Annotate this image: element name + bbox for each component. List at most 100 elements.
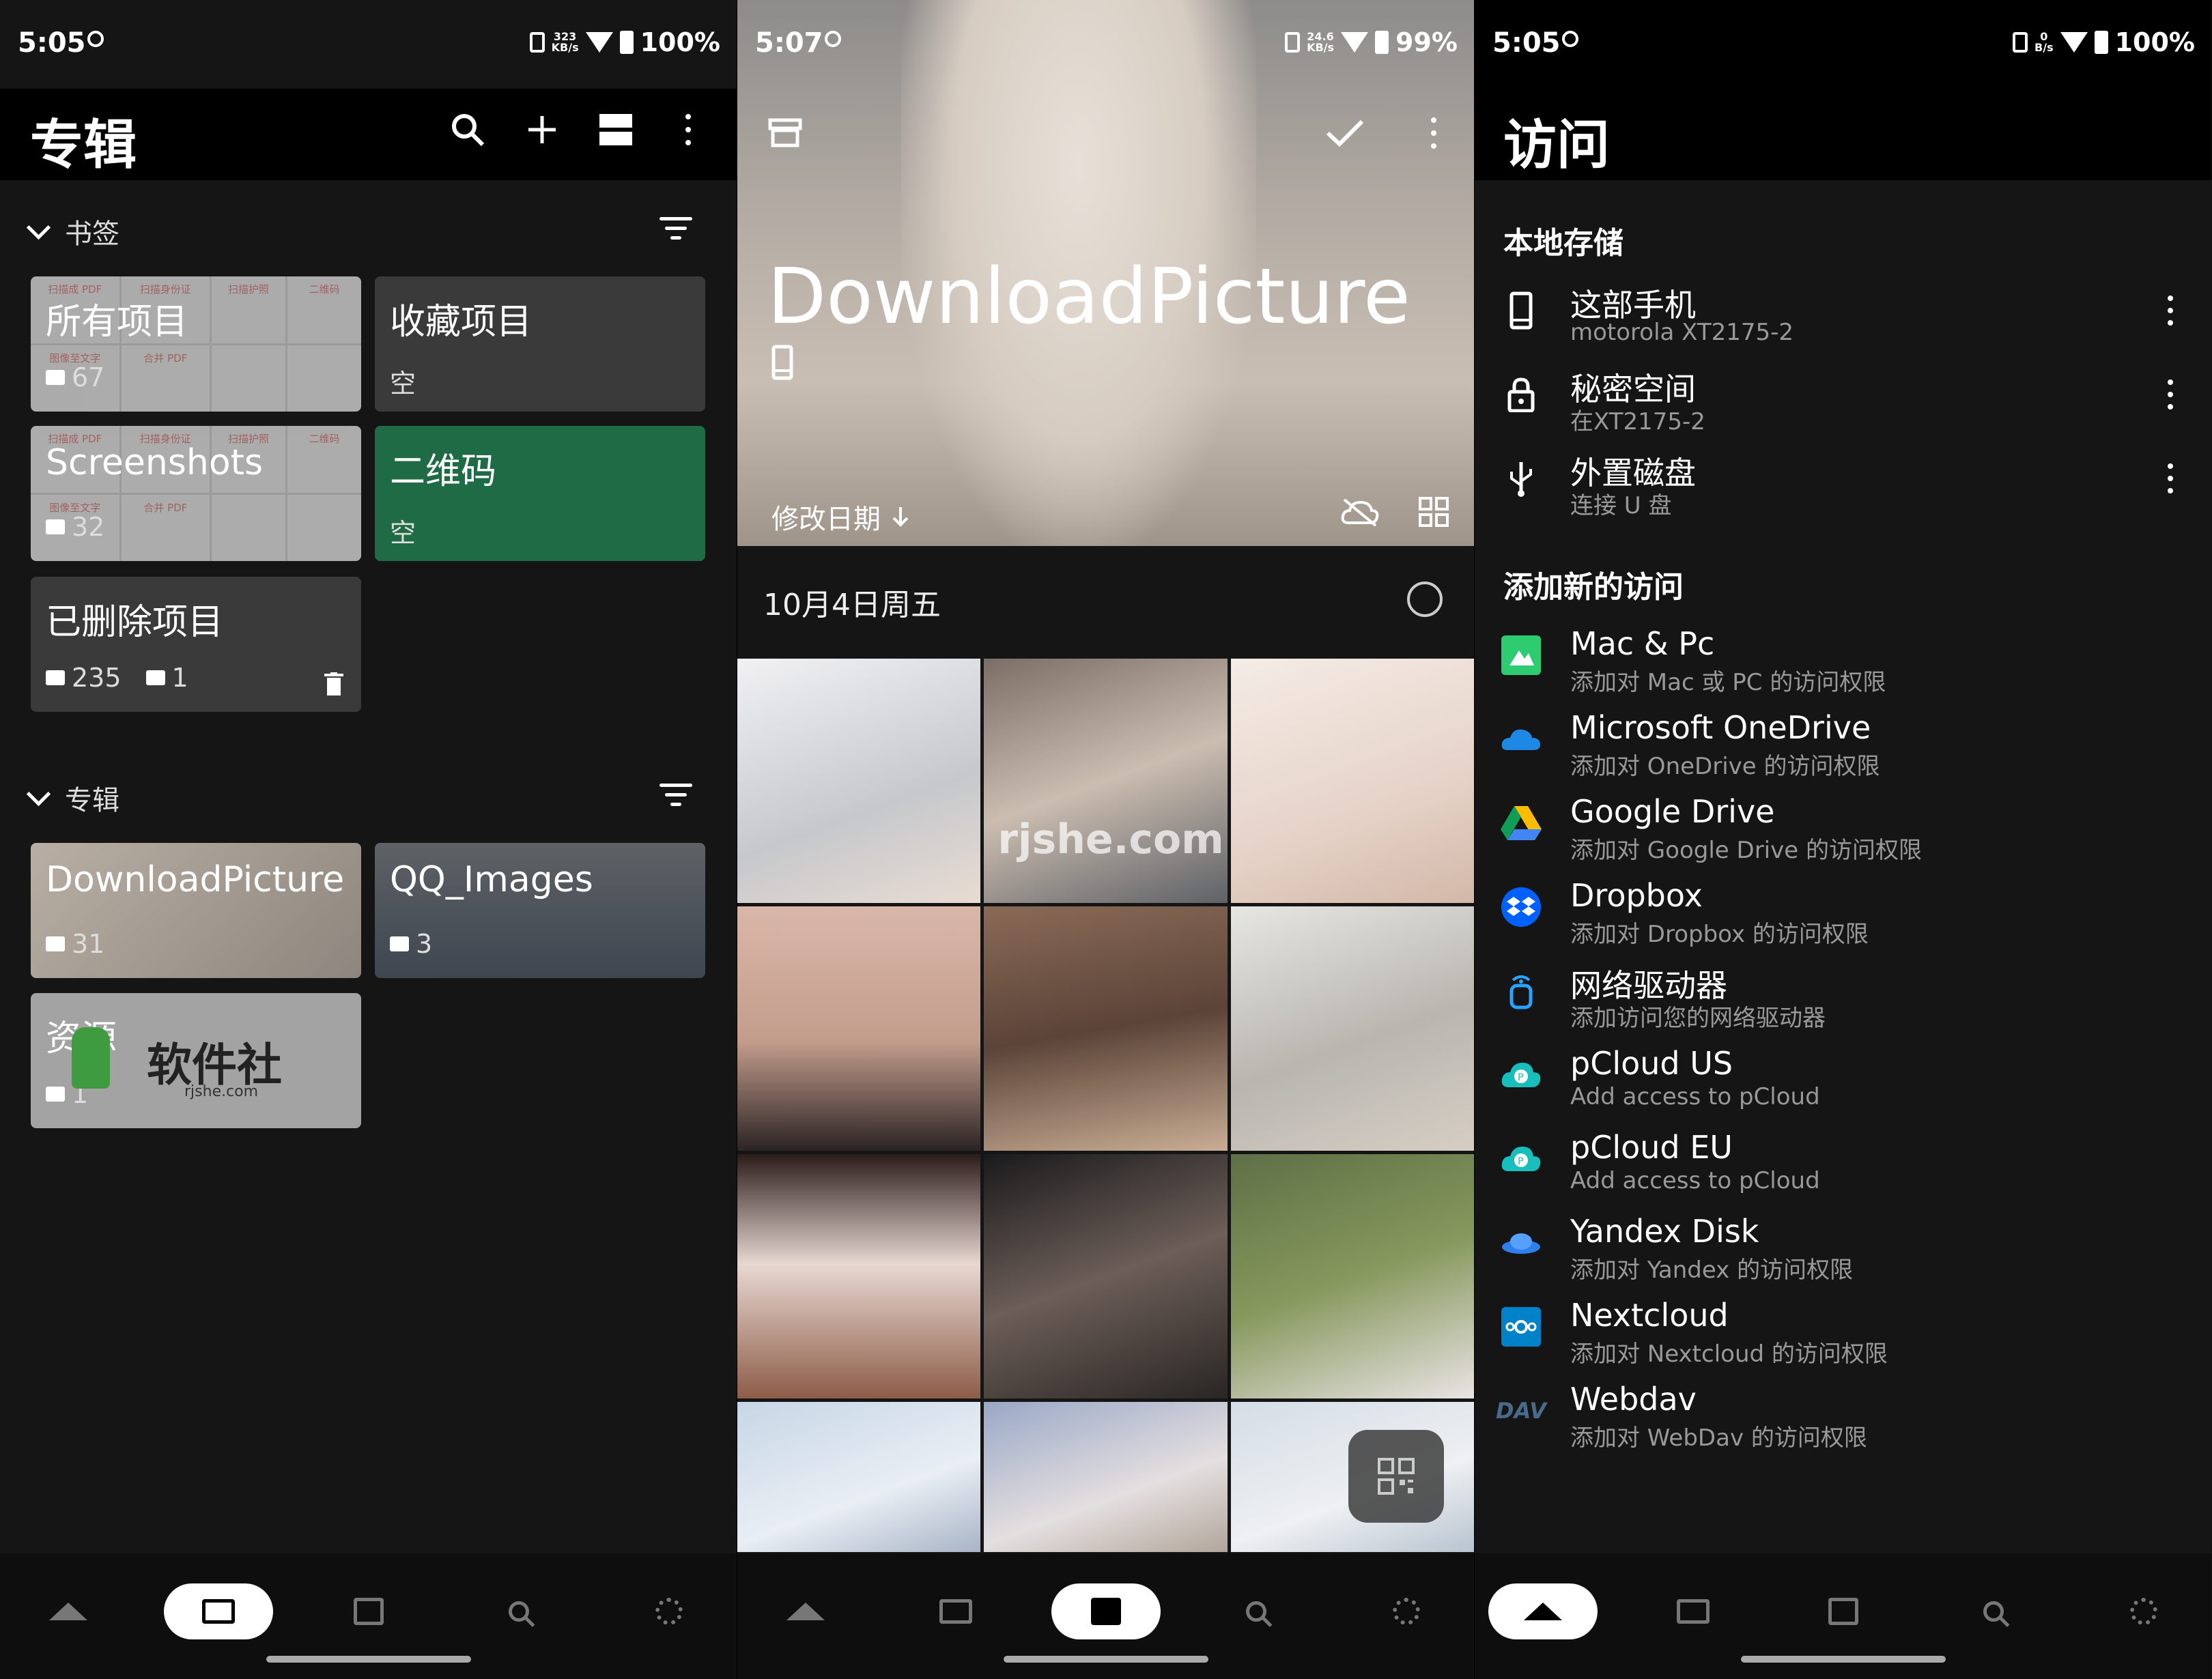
- sort-button[interactable]: 修改日期: [771, 497, 909, 536]
- nav-photos[interactable]: [314, 1583, 423, 1639]
- onedrive-icon: [1501, 729, 1540, 750]
- cloud-off-button[interactable]: [1333, 485, 1387, 539]
- bookmark-card-screenshots[interactable]: 扫描成 PDF 扫描身份证 扫描护照 二维码 图像至文字 合并 PDF Screensh…: [31, 426, 361, 561]
- item-subtitle: 添加对 Google Drive 的访问权限: [1570, 837, 1922, 864]
- add-pcloud-eu[interactable]: P pCloud EU Add access to pCloud: [1475, 1125, 2211, 1207]
- add-network-drive[interactable]: 网络驱动器 添加访问您的网络驱动器: [1475, 957, 2211, 1039]
- add-google-drive[interactable]: Google Drive 添加对 Google Drive 的访问权限: [1475, 789, 2211, 871]
- albums-section-header[interactable]: 专辑: [26, 778, 119, 818]
- page-title: 专辑: [30, 115, 137, 176]
- more-button[interactable]: [1406, 106, 1461, 160]
- photo-thumbnail[interactable]: [1230, 1154, 1474, 1398]
- chevron-down-icon: [26, 215, 51, 240]
- nav-access[interactable]: [751, 1583, 860, 1639]
- add-onedrive[interactable]: Microsoft OneDrive 添加对 OneDrive 的访问权限: [1475, 705, 2211, 787]
- sync-icon: [825, 31, 841, 47]
- item-subtitle: 在XT2175-2: [1570, 408, 1705, 435]
- card-count: 31: [72, 929, 105, 959]
- bookmark-card-deleted[interactable]: 已删除项目 235 1: [31, 577, 361, 712]
- nav-settings[interactable]: [1352, 1583, 1461, 1639]
- nav-search[interactable]: [1939, 1583, 2048, 1639]
- bookmark-card-all-items[interactable]: 扫描成 PDF 扫描身份证 扫描护照 二维码 图像至文字 合并 PDF 所有项目 67: [31, 276, 361, 412]
- bookmark-card-favorites[interactable]: 收藏项目 空: [375, 276, 705, 412]
- select-day-checkbox[interactable]: [1407, 582, 1443, 617]
- nav-settings[interactable]: [614, 1583, 724, 1639]
- pcloud-icon: P: [1501, 1147, 1541, 1171]
- svg-text:P: P: [1518, 1072, 1523, 1083]
- photo-thumbnail[interactable]: [984, 1402, 1228, 1552]
- photo-thumbnail[interactable]: [737, 1402, 981, 1552]
- item-title: Webdav: [1570, 1381, 1697, 1418]
- add-button[interactable]: [515, 102, 569, 157]
- nav-access[interactable]: [1488, 1583, 1598, 1639]
- gear-icon: [1393, 1598, 1420, 1625]
- bookmarks-section-header[interactable]: 书签: [26, 212, 119, 251]
- nav-search[interactable]: [1202, 1583, 1311, 1639]
- page-title: 访问: [1503, 115, 1611, 176]
- image-icon: [1091, 1598, 1121, 1625]
- nav-settings[interactable]: [2089, 1583, 2198, 1639]
- photo-thumbnail[interactable]: [737, 906, 981, 1151]
- album-card-qq-images[interactable]: QQ_Images 3: [375, 843, 705, 978]
- bookmark-card-qr-code[interactable]: 二维码 空: [375, 426, 705, 561]
- add-yandex-disk[interactable]: Yandex Disk 添加对 Yandex 的访问权限: [1475, 1209, 2211, 1291]
- sync-icon: [87, 31, 104, 47]
- video-icon: [145, 670, 165, 685]
- nav-search[interactable]: [464, 1583, 573, 1639]
- photo-thumbnail[interactable]: [984, 1154, 1228, 1398]
- mountain-icon: [49, 1603, 87, 1620]
- nav-albums[interactable]: [901, 1583, 1010, 1639]
- home-indicator: [266, 1656, 471, 1663]
- filter-icon[interactable]: [660, 217, 692, 240]
- photo-thumbnail[interactable]: [984, 906, 1228, 1151]
- more-vert-icon[interactable]: [2168, 379, 2173, 416]
- arrow-down-icon: [892, 507, 909, 527]
- more-button[interactable]: [661, 102, 715, 157]
- nav-photos[interactable]: [1051, 1583, 1161, 1639]
- view-stream-icon: [599, 114, 632, 145]
- photo-thumbnail[interactable]: [737, 659, 981, 903]
- more-vert-icon[interactable]: [2168, 463, 2173, 500]
- add-webdav[interactable]: DAV Webdav 添加对 WebDav 的访问权限: [1475, 1377, 2211, 1459]
- store-button[interactable]: [758, 106, 812, 160]
- view-mode-button[interactable]: [589, 102, 643, 157]
- item-title: pCloud EU: [1570, 1129, 1733, 1166]
- album-card-resources[interactable]: 资源 1 软件社 rjshe.com: [31, 993, 361, 1128]
- photo-thumbnail[interactable]: rjshe.com: [984, 659, 1228, 903]
- photo-thumbnail[interactable]: [1230, 906, 1474, 1151]
- add-mac-pc[interactable]: Mac & Pc 添加对 Mac 或 PC 的访问权限: [1475, 621, 2211, 703]
- nav-albums[interactable]: [1639, 1583, 1748, 1639]
- battery-level: 99%: [1395, 27, 1458, 57]
- item-title: Yandex Disk: [1570, 1213, 1759, 1250]
- photo-thumbnail[interactable]: [737, 1154, 981, 1398]
- add-dropbox[interactable]: Dropbox 添加对 Dropbox 的访问权限: [1475, 873, 2211, 955]
- search-button[interactable]: [440, 102, 495, 157]
- select-button[interactable]: [1318, 106, 1372, 160]
- vibrate-icon: [2013, 32, 2028, 53]
- local-item-this-phone[interactable]: 这部手机 motorola XT2175-2: [1475, 276, 2211, 358]
- add-pcloud-us[interactable]: P pCloud US Add access to pCloud: [1475, 1041, 2211, 1123]
- status-bar: 5:07 24.6 KB/s 99%: [737, 0, 1474, 89]
- image-icon: [1828, 1598, 1858, 1625]
- local-item-external-disk[interactable]: 外置磁盘 连接 U 盘: [1475, 444, 2211, 526]
- grid-view-button[interactable]: [1406, 485, 1461, 539]
- nav-access[interactable]: [14, 1583, 123, 1639]
- album-card-downloadpicture[interactable]: DownloadPicture 31: [31, 843, 361, 978]
- nav-albums[interactable]: [164, 1583, 273, 1639]
- photo-thumbnail[interactable]: [1230, 659, 1474, 903]
- network-speed: 0 B/s: [2034, 30, 2054, 54]
- filter-icon[interactable]: [660, 784, 692, 807]
- local-item-secret-space[interactable]: 秘密空间 在XT2175-2: [1475, 360, 2211, 442]
- item-title: pCloud US: [1570, 1045, 1733, 1082]
- card-subtitle: 空: [390, 518, 416, 548]
- nav-photos[interactable]: [1789, 1583, 1898, 1639]
- gear-icon: [2130, 1598, 2157, 1625]
- qr-scan-button[interactable]: [1348, 1430, 1444, 1523]
- status-time: 5:07: [755, 27, 823, 59]
- more-vert-icon[interactable]: [2168, 296, 2173, 332]
- qr-code-icon: [1378, 1458, 1415, 1495]
- section-label: 书签: [65, 218, 119, 250]
- image-count: 235: [72, 663, 122, 693]
- date-header: 10月4日周五: [763, 588, 941, 622]
- add-nextcloud[interactable]: Nextcloud 添加对 Nextcloud 的访问权限: [1475, 1293, 2211, 1375]
